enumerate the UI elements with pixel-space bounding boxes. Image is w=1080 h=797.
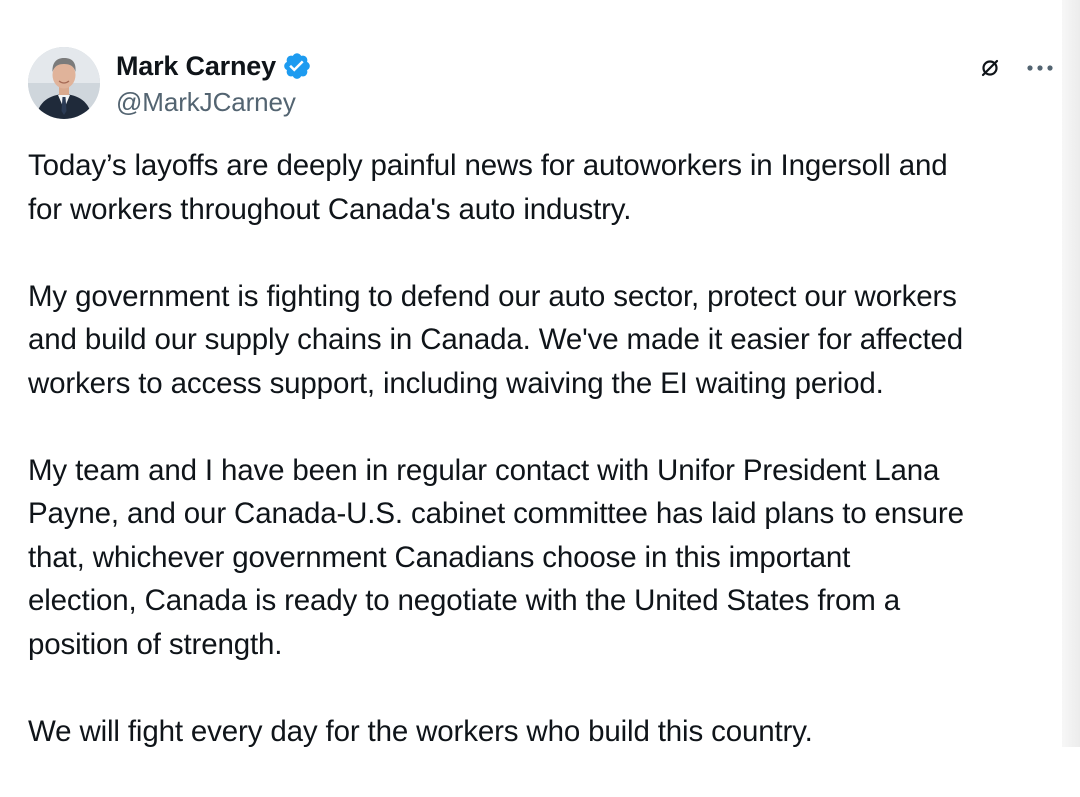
tweet-paragraph: Today’s layoffs are deeply painful news … (28, 144, 1058, 231)
tweet-line: that, whichever government Canadians cho… (28, 540, 851, 574)
tweet-paragraph: My government is fighting to defend our … (28, 275, 1058, 406)
tweet-line: workers to access support, including wai… (28, 366, 884, 400)
tweet-line: My government is fighting to defend our … (28, 279, 957, 313)
more-options-icon[interactable] (1024, 54, 1056, 82)
author-name[interactable]: Mark Carney (116, 51, 276, 82)
tweet-line: and build our supply chains in Canada. W… (28, 323, 964, 356)
window-edge (1062, 0, 1080, 747)
tweet-line: My team and I have been in regular conta… (28, 453, 940, 487)
profile-photo-icon (28, 47, 100, 119)
grok-icon[interactable] (976, 54, 1004, 82)
tweet-line: position of strength. (28, 627, 283, 661)
tweet-text: Today’s layoffs are deeply painful news … (28, 144, 1058, 797)
tweet-paragraph: We will fight every day for the workers … (28, 710, 1058, 754)
tweet-line: We will fight every day for the workers … (28, 714, 813, 748)
tweet-line: for workers throughout Canada's auto ind… (28, 192, 632, 226)
verified-badge-icon (282, 51, 312, 81)
tweet-line: Today’s layoffs are deeply painful news … (28, 149, 948, 182)
avatar[interactable] (28, 47, 100, 119)
tweet[interactable]: Mark Carney @MarkJCarney Today’s layoffs… (0, 0, 1062, 748)
author-name-row: Mark Carney (116, 48, 312, 84)
tweet-line: Payne, and our Canada-U.S. cabinet commi… (28, 497, 964, 530)
tweet-paragraph: My team and I have been in regular conta… (28, 449, 1058, 667)
author-handle[interactable]: @MarkJCarney (116, 87, 296, 118)
tweet-line: election, Canada is ready to negotiate w… (28, 584, 901, 617)
